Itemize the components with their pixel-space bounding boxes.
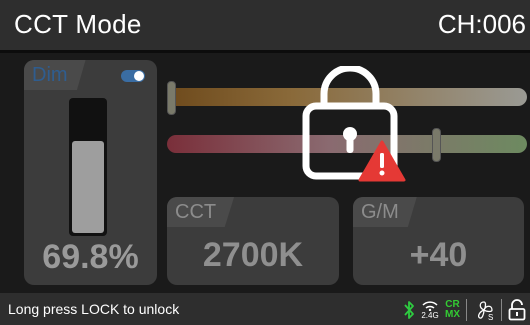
dimmer-label: Dim bbox=[32, 64, 68, 86]
divider bbox=[466, 299, 467, 321]
dimmer-value: 69.8% bbox=[42, 238, 139, 276]
band-label: 2.4G bbox=[421, 311, 439, 320]
fan-mode: S bbox=[488, 313, 493, 321]
gm-slider-thumb[interactable] bbox=[432, 128, 441, 162]
cct-slider-thumb[interactable] bbox=[167, 81, 176, 115]
unlock-hint: Long press LOCK to unlock bbox=[8, 301, 180, 317]
dimmer-level-track[interactable] bbox=[69, 98, 107, 236]
fan-icon: S bbox=[473, 299, 495, 321]
cct-label: CCT bbox=[175, 201, 217, 223]
gm-value: +40 bbox=[409, 236, 468, 274]
gm-tab: G/M bbox=[353, 197, 417, 227]
cct-tab: CCT bbox=[167, 197, 235, 227]
dimmer-level-fill bbox=[72, 141, 104, 233]
channel-indicator: CH:006 bbox=[437, 9, 526, 39]
unlock-icon[interactable] bbox=[508, 299, 526, 321]
status-bar: Long press LOCK to unlock 2.4G CR MX S bbox=[0, 293, 530, 325]
screen: CCT Mode CH:006 Dim 69.8% CCT 2700K G/M bbox=[0, 0, 530, 325]
dimmer-toggle[interactable] bbox=[121, 70, 145, 82]
dimmer-tab: Dim bbox=[24, 60, 86, 90]
crmx-icon: CR MX bbox=[445, 300, 460, 320]
status-icons: 2.4G CR MX S bbox=[403, 296, 526, 324]
gm-label: G/M bbox=[361, 201, 399, 223]
bluetooth-icon bbox=[403, 300, 415, 320]
crmx-bottom: MX bbox=[445, 309, 460, 320]
header-bar: CCT Mode CH:006 bbox=[0, 0, 530, 53]
toggle-knob bbox=[134, 71, 144, 81]
cct-panel[interactable]: CCT 2700K bbox=[167, 197, 339, 285]
divider bbox=[501, 299, 502, 321]
wifi-2.4g-icon: 2.4G bbox=[421, 300, 439, 320]
mode-title: CCT Mode bbox=[14, 9, 142, 39]
lock-warning-icon bbox=[300, 64, 420, 186]
gm-panel[interactable]: G/M +40 bbox=[353, 197, 524, 285]
dimmer-panel[interactable]: Dim 69.8% bbox=[24, 60, 157, 285]
cct-value: 2700K bbox=[202, 236, 304, 274]
